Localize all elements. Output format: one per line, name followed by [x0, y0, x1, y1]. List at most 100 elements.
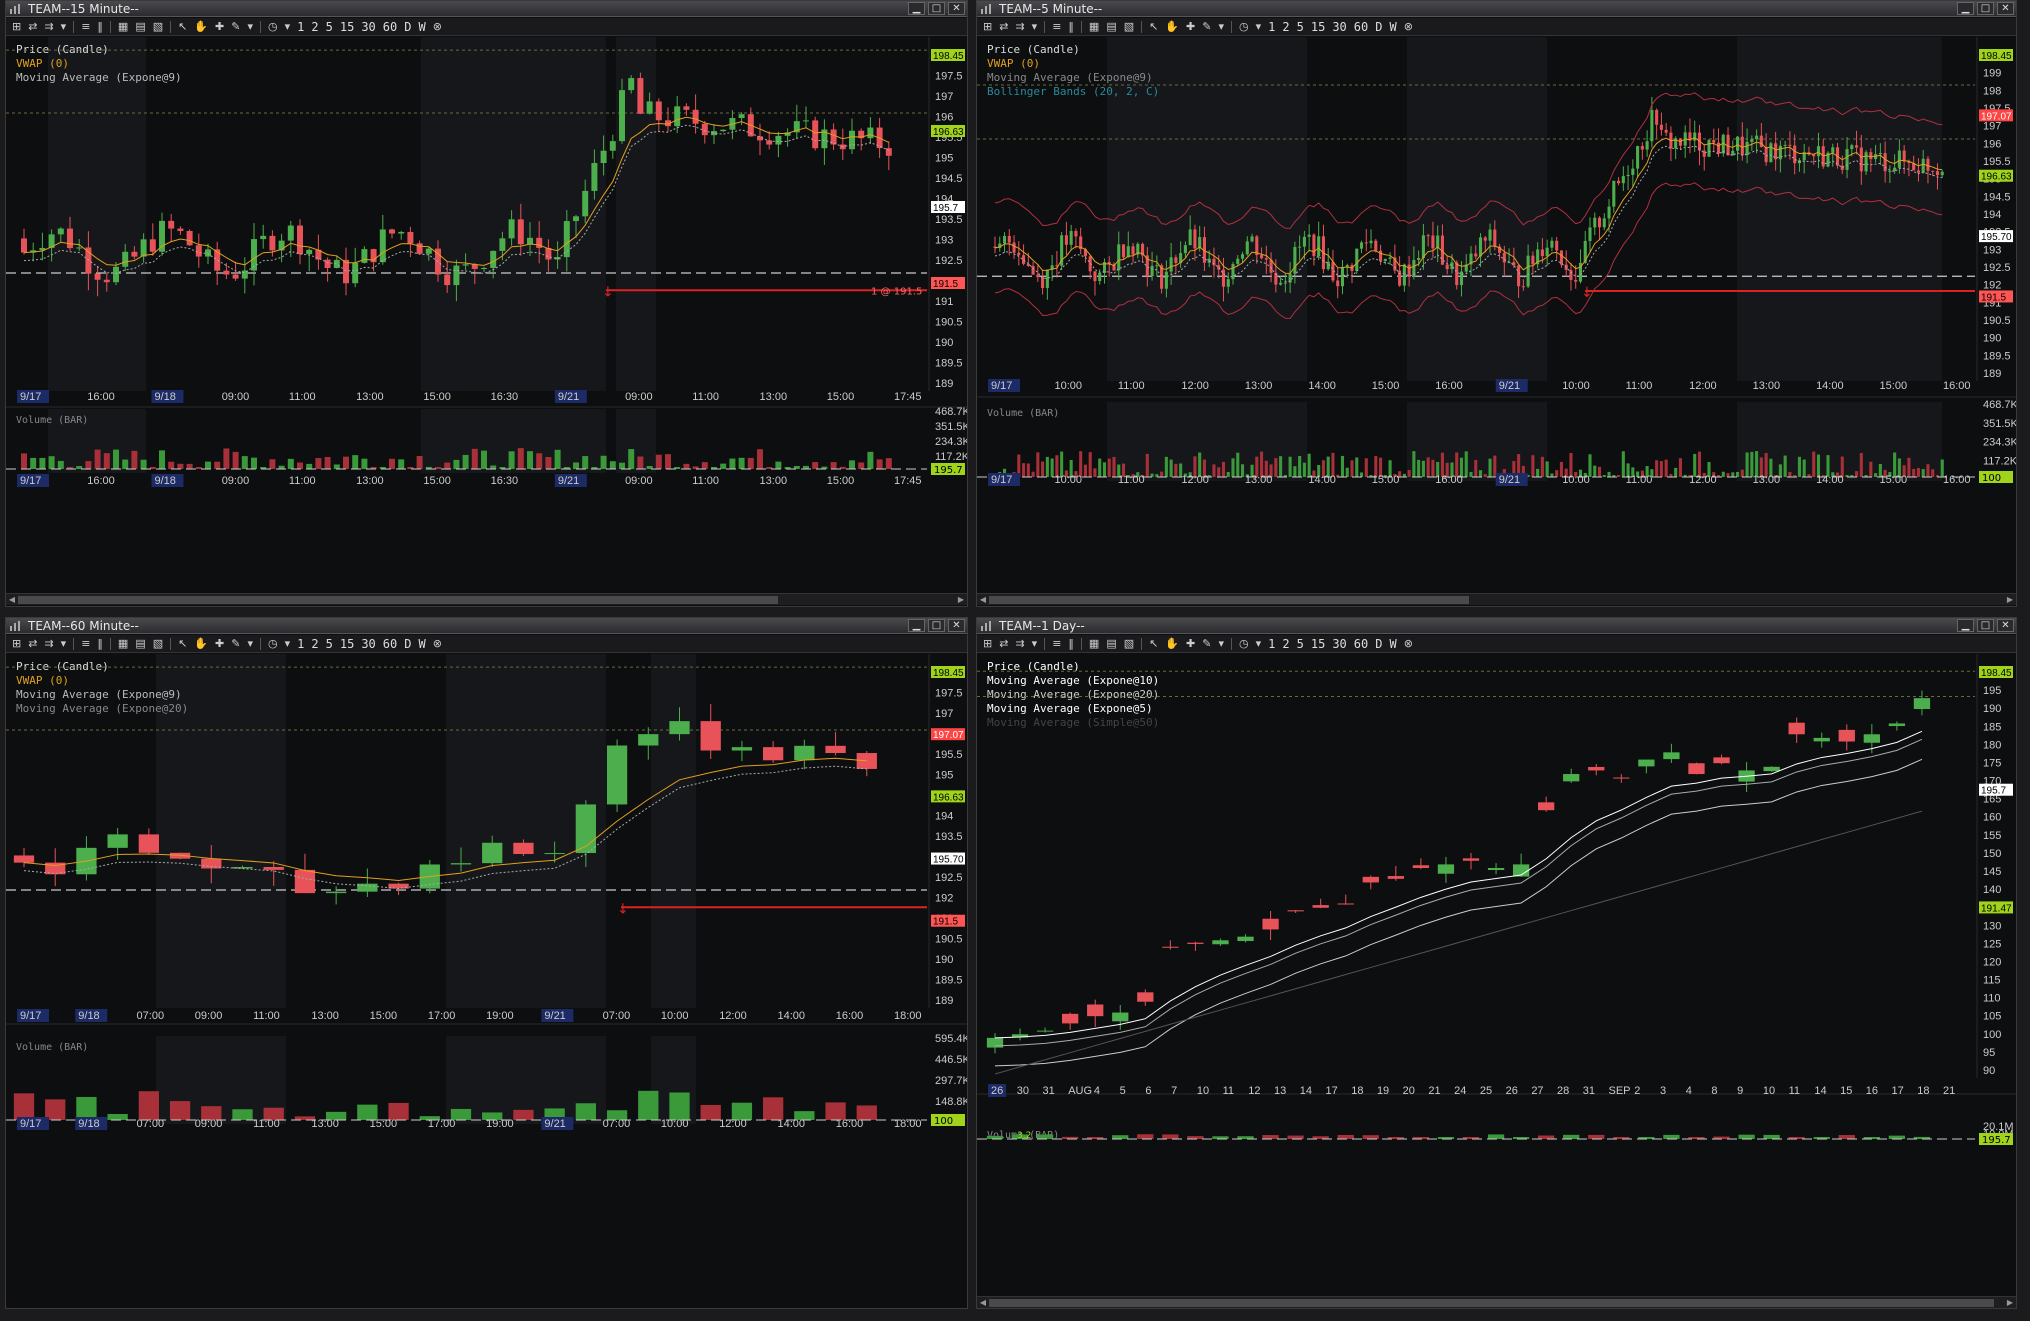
scroll-thumb[interactable] [989, 596, 1469, 604]
toolbar-tool-icon[interactable]: ✋ [192, 20, 210, 33]
toolbar-tool-icon[interactable]: ◷ [266, 20, 280, 33]
toolbar-tool-icon[interactable]: ⇉ [1013, 20, 1026, 33]
scroll-right-icon[interactable]: ▶ [2004, 1297, 2016, 1308]
maximize-button[interactable]: □ [928, 619, 945, 632]
toolbar-tool-icon[interactable]: ⇄ [26, 637, 39, 650]
toolbar-tool-icon[interactable]: ▦ [1087, 20, 1101, 33]
remove-studies-icon[interactable]: ⊗ [1402, 20, 1415, 33]
interval-button[interactable]: 2 [1280, 20, 1291, 34]
scroll-thumb[interactable] [18, 596, 778, 604]
scroll-left-icon[interactable]: ◀ [977, 1297, 989, 1308]
interval-button[interactable]: 30 [1330, 20, 1348, 34]
toolbar-tool-icon[interactable]: ▧ [1122, 20, 1136, 33]
minimize-button[interactable]: ▁ [908, 2, 925, 15]
price-chart[interactable]: Price (Candle)VWAP (0)Moving Average (Ex… [6, 37, 968, 590]
interval-button[interactable]: 15 [1309, 20, 1327, 34]
minimize-button[interactable]: ▁ [908, 619, 925, 632]
close-button[interactable]: ✕ [948, 619, 965, 632]
minimize-button[interactable]: ▁ [1957, 619, 1974, 632]
toolbar-tool-icon[interactable]: ‖ [95, 20, 105, 33]
toolbar-tool-icon[interactable]: ✚ [213, 20, 226, 33]
price-chart[interactable]: Price (Candle)Moving Average (Expone@10)… [977, 654, 2017, 1294]
toolbar-tool-icon[interactable]: ⇉ [42, 637, 55, 650]
toolbar-tool-icon[interactable]: ≡ [79, 637, 92, 650]
toolbar-tool-icon[interactable]: ‖ [1066, 637, 1076, 650]
toolbar-tool-icon[interactable]: ▤ [1104, 20, 1118, 33]
chart-window-60min[interactable]: TEAM--60 Minute-- ▁ □ ✕ ⊞ ⇄ ⇉ ▾ ≡ ‖ ▦ ▤ ▧ ↖ ✋ ✚ ✎ ▾ ◷ ▾ 1 2… [5, 617, 968, 1309]
toolbar-tool-icon[interactable]: ✎ [1200, 20, 1213, 33]
toolbar-tool-icon[interactable]: ✚ [1184, 637, 1197, 650]
interval-button[interactable]: W [1387, 20, 1398, 34]
price-chart[interactable]: Price (Candle)VWAP (0)Moving Average (Ex… [6, 654, 968, 1309]
toolbar-tool-icon[interactable]: ▾ [245, 637, 255, 650]
chart-window-1day[interactable]: TEAM--1 Day-- ▁ □ ✕ ⊞ ⇄ ⇉ ▾ ≡ ‖ ▦ ▤ ▧ ↖ ✋ ✚ ✎ ▾ ◷ ▾ 1 2 5 15 3… [976, 617, 2017, 1309]
toolbar-tool-icon[interactable]: ◷ [1237, 20, 1251, 33]
window-titlebar[interactable]: TEAM--5 Minute-- ▁ □ ✕ [977, 1, 2016, 17]
maximize-button[interactable]: □ [1977, 619, 1994, 632]
toolbar-tool-icon[interactable]: ↖ [176, 637, 189, 650]
scroll-left-icon[interactable]: ◀ [6, 594, 18, 606]
toolbar-tool-icon[interactable]: ▧ [1122, 637, 1136, 650]
toolbar-tool-icon[interactable]: ✋ [1163, 20, 1181, 33]
close-button[interactable]: ✕ [948, 2, 965, 15]
toolbar-tool-icon[interactable]: ↖ [176, 20, 189, 33]
toolbar-tool-icon[interactable]: ⇄ [997, 637, 1010, 650]
toolbar-tool-icon[interactable]: ▤ [133, 20, 147, 33]
toolbar-tool-icon[interactable]: ✚ [1184, 20, 1197, 33]
interval-button[interactable]: 1 [1266, 637, 1277, 651]
toolbar-tool-icon[interactable]: ⊞ [10, 637, 23, 650]
interval-button[interactable]: D [1373, 20, 1384, 34]
interval-button[interactable]: W [416, 20, 427, 34]
interval-button[interactable]: D [402, 637, 413, 651]
interval-button[interactable]: 30 [1330, 637, 1348, 651]
toolbar-tool-icon[interactable]: ✎ [229, 20, 242, 33]
maximize-button[interactable]: □ [1977, 2, 1994, 15]
toolbar-tool-icon[interactable]: ⇄ [997, 20, 1010, 33]
toolbar-tool-icon[interactable]: ▾ [59, 637, 69, 650]
interval-button[interactable]: 2 [309, 20, 320, 34]
toolbar-tool-icon[interactable]: ⊞ [10, 20, 23, 33]
toolbar-tool-icon[interactable]: ⊞ [981, 20, 994, 33]
toolbar-tool-icon[interactable]: ▾ [1216, 20, 1226, 33]
interval-button[interactable]: D [1373, 637, 1384, 651]
interval-button[interactable]: 5 [324, 637, 335, 651]
interval-button[interactable]: 15 [338, 637, 356, 651]
toolbar-tool-icon[interactable]: ▾ [1216, 637, 1226, 650]
horizontal-scrollbar[interactable]: ◀ ▶ [6, 593, 967, 605]
interval-button[interactable]: 15 [1309, 637, 1327, 651]
toolbar-tool-icon[interactable]: ▧ [151, 637, 165, 650]
toolbar-tool-icon[interactable]: ▾ [1254, 637, 1264, 650]
interval-button[interactable]: W [1387, 637, 1398, 651]
interval-button[interactable]: D [402, 20, 413, 34]
interval-button[interactable]: 5 [324, 20, 335, 34]
interval-button[interactable]: 30 [359, 20, 377, 34]
minimize-button[interactable]: ▁ [1957, 2, 1974, 15]
toolbar-tool-icon[interactable]: ▾ [1254, 20, 1264, 33]
remove-studies-icon[interactable]: ⊗ [431, 20, 444, 33]
horizontal-scrollbar[interactable]: ◀ ▶ [977, 593, 2016, 605]
interval-button[interactable]: 5 [1295, 637, 1306, 651]
remove-studies-icon[interactable]: ⊗ [431, 637, 444, 650]
toolbar-tool-icon[interactable]: ▾ [283, 637, 293, 650]
scroll-right-icon[interactable]: ▶ [955, 594, 967, 606]
toolbar-tool-icon[interactable]: ≡ [1050, 20, 1063, 33]
toolbar-tool-icon[interactable]: ✚ [213, 637, 226, 650]
toolbar-tool-icon[interactable]: ✎ [1200, 637, 1213, 650]
toolbar-tool-icon[interactable]: ▾ [283, 20, 293, 33]
interval-button[interactable]: 2 [1280, 637, 1291, 651]
scroll-right-icon[interactable]: ▶ [2004, 594, 2016, 606]
window-titlebar[interactable]: TEAM--60 Minute-- ▁ □ ✕ [6, 618, 967, 634]
scroll-left-icon[interactable]: ◀ [977, 594, 989, 606]
toolbar-tool-icon[interactable]: ⇉ [1013, 637, 1026, 650]
chart-window-5min[interactable]: TEAM--5 Minute-- ▁ □ ✕ ⊞ ⇄ ⇉ ▾ ≡ ‖ ▦ ▤ ▧ ↖ ✋ ✚ ✎ ▾ ◷ ▾ 1 2 5… [976, 0, 2017, 607]
toolbar-tool-icon[interactable]: ▦ [116, 20, 130, 33]
toolbar-tool-icon[interactable]: ↖ [1147, 20, 1160, 33]
interval-button[interactable]: 60 [1352, 20, 1370, 34]
toolbar-tool-icon[interactable]: ◷ [1237, 637, 1251, 650]
close-button[interactable]: ✕ [1997, 2, 2014, 15]
toolbar-tool-icon[interactable]: ⇉ [42, 20, 55, 33]
chart-window-15min[interactable]: TEAM--15 Minute-- ▁ □ ✕ ⊞ ⇄ ⇉ ▾ ≡ ‖ ▦ ▤ ▧ ↖ ✋ ✚ ✎ ▾ ◷ ▾ 1 2… [5, 0, 968, 607]
interval-button[interactable]: 1 [295, 20, 306, 34]
interval-button[interactable]: 60 [381, 637, 399, 651]
interval-button[interactable]: 60 [1352, 637, 1370, 651]
